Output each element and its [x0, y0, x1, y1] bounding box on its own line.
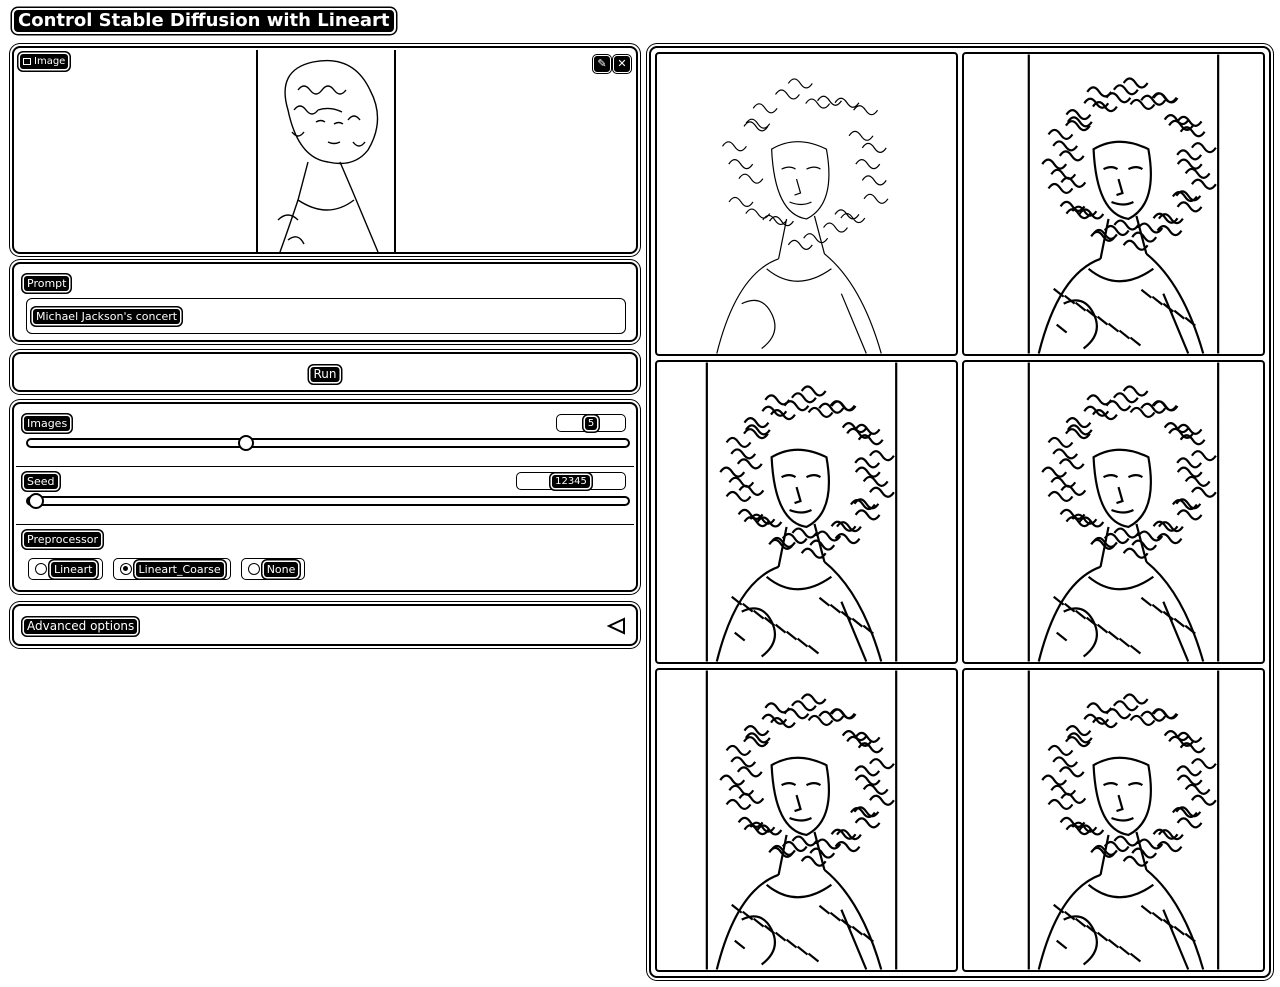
radio-icon [35, 563, 47, 575]
preprocessor-option-lineart-coarse[interactable]: Lineart_Coarse [112, 558, 231, 580]
advanced-options-label: Advanced options [24, 619, 138, 634]
seed-label: Seed [24, 474, 58, 489]
run-button-label: Run [310, 367, 340, 382]
lineart-result-6[interactable] [962, 668, 1265, 972]
lineart-result-2[interactable] [962, 52, 1265, 356]
close-icon[interactable]: ✕ [614, 56, 630, 72]
seed-number-input[interactable]: 12345 [516, 472, 626, 490]
preprocessor-label: Preprocessor [24, 532, 102, 547]
seed-slider[interactable] [26, 493, 630, 509]
image-icon [23, 58, 31, 65]
controls-panel: Images 5 Seed 12345 Preprocessor Lineart… [12, 402, 638, 592]
image-label-text: Image [34, 56, 66, 67]
lineart-result-4[interactable] [962, 360, 1265, 664]
images-number-input[interactable]: 5 [556, 414, 626, 432]
lineart-result-3[interactable] [655, 360, 958, 664]
prompt-value: Michael Jackson's concert [33, 309, 181, 324]
seed-slider-thumb[interactable] [28, 493, 44, 509]
preprocessor-radio-group: Lineart Lineart_Coarse None [28, 558, 306, 580]
input-lineart-image [256, 50, 396, 252]
images-slider-thumb[interactable] [238, 435, 255, 451]
output-gallery [649, 46, 1271, 978]
preprocessor-option-label: Lineart [51, 561, 96, 577]
image-input-panel[interactable]: Image ✎ ✕ [12, 46, 638, 254]
run-button[interactable]: Run [12, 352, 638, 392]
preprocessor-option-lineart[interactable]: Lineart [28, 558, 103, 580]
pencil-icon[interactable]: ✎ [594, 56, 610, 72]
image-label: Image [20, 54, 69, 69]
lineart-result-1[interactable] [655, 52, 958, 356]
seed-value: 12345 [552, 475, 590, 488]
images-label: Images [24, 416, 71, 431]
prompt-input[interactable]: Michael Jackson's concert [26, 298, 626, 334]
lineart-result-5[interactable] [655, 668, 958, 972]
app-title: Control Stable Diffusion with Lineart [14, 10, 394, 32]
collapse-triangle-icon[interactable] [606, 617, 626, 635]
prompt-panel: Prompt Michael Jackson's concert [12, 262, 638, 342]
images-value: 5 [584, 417, 598, 430]
advanced-options-accordion[interactable]: Advanced options [12, 604, 638, 646]
preprocessor-option-label: Lineart_Coarse [135, 561, 224, 577]
radio-icon [247, 563, 260, 575]
preprocessor-option-none[interactable]: None [240, 558, 306, 580]
prompt-label: Prompt [24, 276, 70, 291]
preprocessor-option-label: None [263, 561, 299, 577]
radio-icon [119, 563, 132, 575]
images-slider[interactable] [26, 435, 630, 451]
